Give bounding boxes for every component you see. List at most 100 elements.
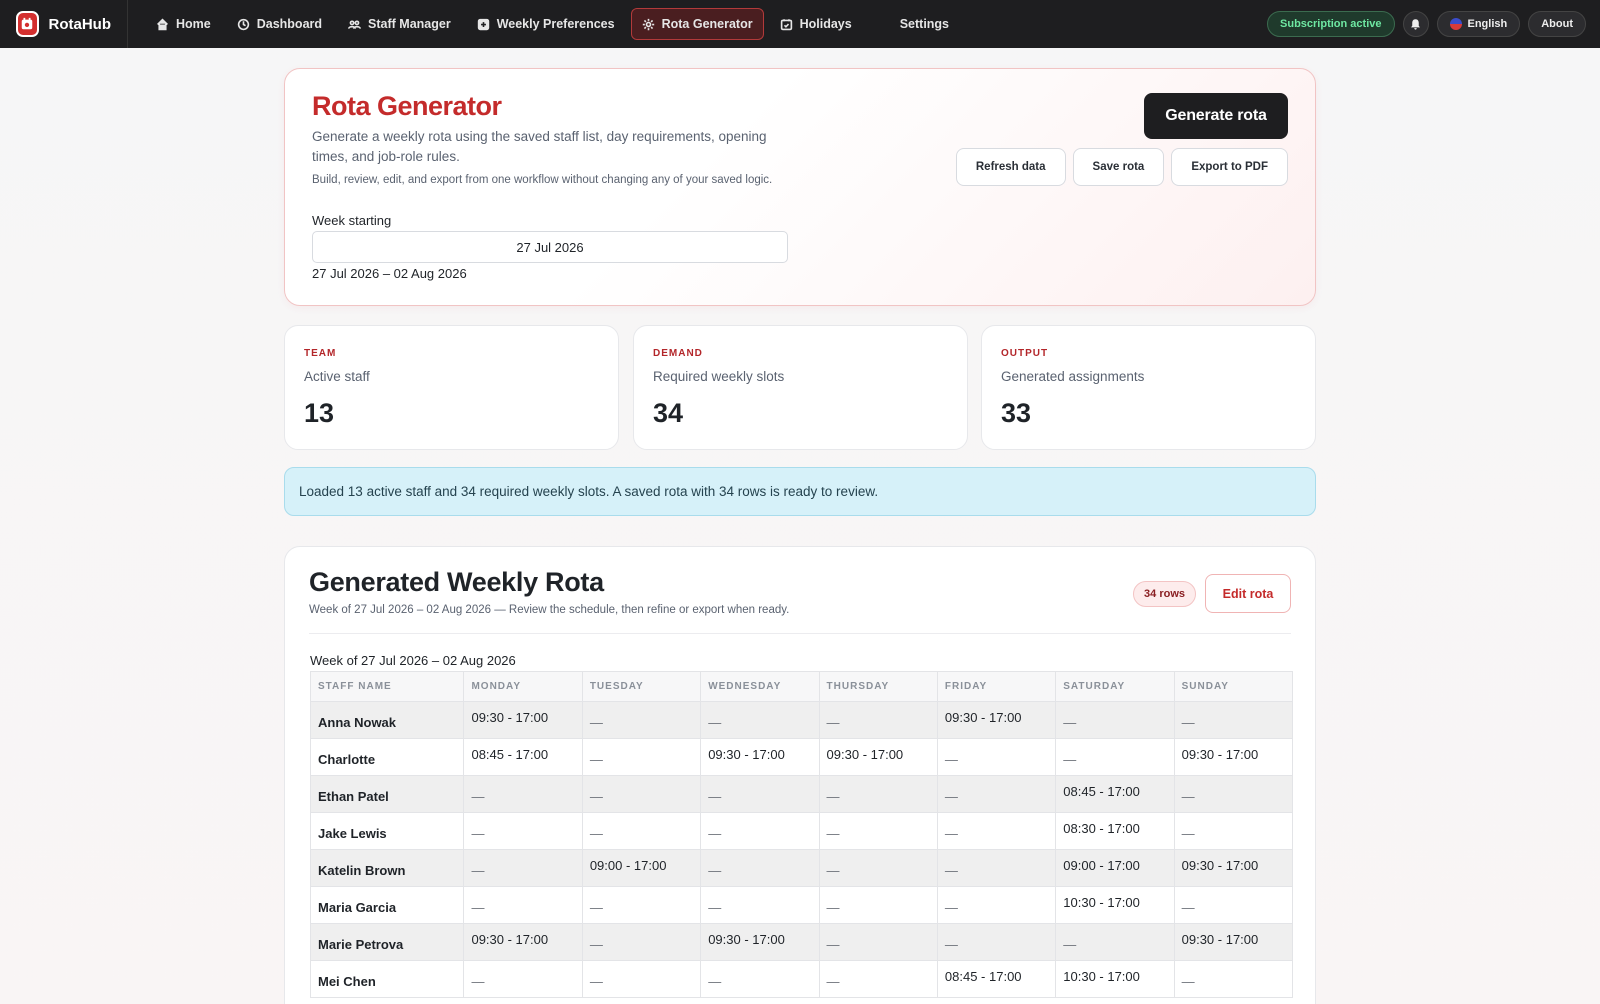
home-icon (157, 17, 168, 30)
table-row[interactable]: Maria Garcia — — — — —10:30 - 17:00— (309, 886, 1294, 924)
shift-cell: — (936, 775, 1057, 813)
language-label: English (1467, 18, 1508, 30)
top-navigation-bar: RotaHub Home Dashboard Staff Manager Wee… (0, 0, 1600, 48)
staff-name-cell: Charlotte (309, 738, 465, 776)
shift-cell: — (1173, 886, 1294, 924)
shift-cell: — (818, 812, 938, 850)
shift-cell: — (581, 812, 702, 850)
nav-item-label: Rota Generator (661, 17, 753, 31)
shift-cell: — (581, 775, 702, 813)
table-row[interactable]: Mei Chen — — — —08:45 - 17:00 10:30 - 17:00— (309, 960, 1294, 998)
shift-cell: — (581, 923, 702, 961)
shift-cell: — (700, 812, 820, 850)
shift-cell: — (581, 738, 702, 776)
shift-cell: 10:30 - 17:00 (1055, 886, 1175, 924)
table-row[interactable]: Katelin Brown —09:00 - 17:00— — —09:00 - 17… (309, 849, 1294, 887)
shift-cell: — (1173, 701, 1294, 739)
rota-subtitle: Week of 27 Jul 2026 – 02 Aug 2026 — Revi… (309, 604, 790, 616)
nav-item-settings[interactable]: Settings (890, 8, 959, 40)
nav-item-holidays[interactable]: Holidays (770, 8, 862, 40)
nav-item-staff-manager[interactable]: Staff Manager (338, 8, 461, 40)
table-header-row: STAFF NAME MONDAY TUESDAY WEDNESDAY THUR… (309, 671, 1294, 702)
subscription-status-badge[interactable]: Subscription active (1267, 11, 1395, 37)
week-starting-input[interactable]: 27 Jul 2026 (312, 231, 788, 263)
staff-name-cell: Ethan Patel (309, 775, 465, 813)
shift-cell: 09:00 - 17:00 (581, 849, 702, 887)
language-selector[interactable]: English (1436, 11, 1521, 37)
column-header: SATURDAY (1055, 671, 1175, 702)
hero-actions: Refresh data Save rota Export to PDF (955, 148, 1288, 186)
column-header: FRIDAY (936, 671, 1057, 702)
shift-cell: — (581, 886, 702, 924)
divider (309, 633, 1291, 634)
shift-cell: — (700, 775, 820, 813)
generated-rota-card: Generated Weekly Rota Week of 27 Jul 202… (284, 546, 1316, 1004)
nav-item-label: Settings (899, 17, 950, 31)
shift-cell: — (818, 923, 938, 961)
rotahub-logo-icon (16, 11, 39, 37)
shift-cell: 08:45 - 17:00 (936, 960, 1057, 998)
shift-cell: — (1173, 775, 1294, 813)
shift-cell: — (936, 849, 1057, 887)
stat-value: 33 (1001, 398, 1032, 428)
rota-table-body: Anna Nowak 09:30 - 17:00— — —09:30 - 17:00—… (309, 701, 1294, 998)
stat-card-demand: DEMAND Required weekly slots 34 (633, 325, 968, 450)
shift-cell: — (818, 701, 938, 739)
staff-name-cell: Marie Petrova (309, 923, 465, 961)
stat-eyebrow: DEMAND (653, 348, 703, 359)
week-starting-label: Week starting (312, 213, 392, 228)
table-row[interactable]: Anna Nowak 09:30 - 17:00— — —09:30 - 17:00—… (309, 701, 1294, 739)
staff-name-cell: Katelin Brown (309, 849, 465, 887)
page-note: Build, review, edit, and export from one… (312, 174, 773, 186)
table-row[interactable]: Ethan Patel — — — — —08:45 - 17:00— (309, 775, 1294, 813)
stat-card-output: OUTPUT Generated assignments 33 (981, 325, 1316, 450)
table-row[interactable]: Charlotte 08:45 - 17:00—09:30 - 17:00 09:3… (309, 738, 1294, 776)
notifications-button[interactable] (1402, 11, 1429, 37)
shift-cell: — (936, 923, 1057, 961)
shift-cell: — (463, 812, 583, 850)
shift-cell: 09:30 - 17:00 (700, 738, 820, 776)
shift-cell: 08:45 - 17:00 (463, 738, 583, 776)
generate-rota-button[interactable]: Generate rota (1144, 93, 1288, 139)
table-row[interactable]: Marie Petrova 09:30 - 17:00—09:30 - 17:00… (309, 923, 1294, 961)
shift-cell: 09:30 - 17:00 (1173, 738, 1294, 776)
save-rota-button[interactable]: Save rota (1072, 148, 1165, 186)
shift-cell: — (818, 775, 938, 813)
shift-cell: — (463, 849, 583, 887)
shift-cell: — (818, 886, 938, 924)
refresh-data-button[interactable]: Refresh data (955, 148, 1066, 186)
nav-item-label: Dashboard (256, 17, 323, 31)
about-button[interactable]: About (1528, 11, 1586, 37)
column-header: SUNDAY (1173, 671, 1294, 702)
shift-cell: — (818, 849, 938, 887)
nav-item-rota-generator[interactable]: Rota Generator (630, 8, 764, 40)
nav-item-dashboard[interactable]: Dashboard (227, 8, 332, 40)
stat-value: 13 (304, 398, 335, 428)
shift-cell: — (700, 960, 820, 998)
shift-cell: 09:30 - 17:00 (818, 738, 938, 776)
shift-cell: — (463, 886, 583, 924)
column-header: WEDNESDAY (700, 671, 820, 702)
column-header: STAFF NAME (309, 671, 465, 702)
nav-item-home[interactable]: Home (146, 8, 221, 40)
clock-icon (237, 18, 249, 30)
shift-cell: 10:30 - 17:00 (1055, 960, 1175, 998)
shift-cell: 09:00 - 17:00 (1055, 849, 1175, 887)
nav-item-weekly-preferences[interactable]: Weekly Preferences (467, 8, 625, 40)
rota-table: STAFF NAME MONDAY TUESDAY WEDNESDAY THUR… (309, 671, 1294, 998)
nav-item-label: Weekly Preferences (496, 17, 615, 31)
flag-icon (1449, 18, 1462, 30)
brand[interactable]: RotaHub (0, 0, 128, 48)
shift-cell: — (1173, 960, 1294, 998)
shift-cell: 09:30 - 17:00 (700, 923, 820, 961)
plus-square-icon (477, 18, 489, 30)
gear-icon (642, 18, 654, 30)
staff-name-cell: Maria Garcia (309, 886, 465, 924)
table-row[interactable]: Jake Lewis — — — — —08:30 - 17:00— (309, 812, 1294, 850)
staff-name-cell: Mei Chen (309, 960, 465, 998)
shift-cell: — (700, 849, 820, 887)
export-pdf-button[interactable]: Export to PDF (1171, 148, 1288, 186)
stat-label: Required weekly slots (653, 369, 785, 384)
edit-rota-button[interactable]: Edit rota (1205, 574, 1291, 613)
info-alert: Loaded 13 active staff and 34 required w… (284, 467, 1316, 516)
